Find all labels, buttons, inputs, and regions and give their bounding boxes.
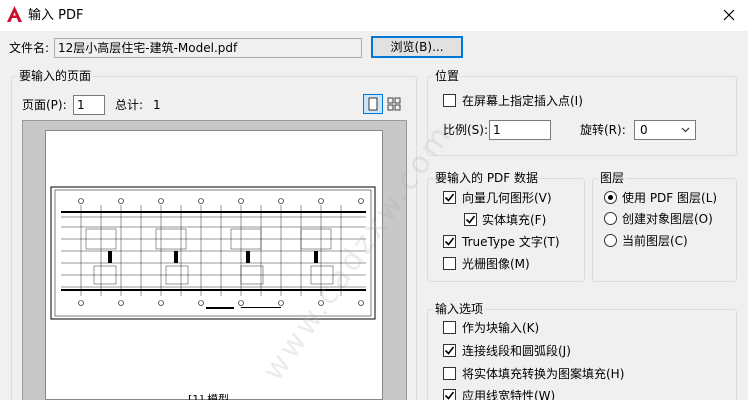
page-number-input[interactable]: 1 [73,95,105,115]
title-bar [0,0,748,31]
autocad-app-icon [7,6,22,22]
checkmark-icon [444,193,455,202]
file-name-label: 文件名: [9,41,50,55]
browse-button[interactable]: 浏览(B)... [371,36,463,58]
window-title: 输入 PDF [28,8,84,23]
checkmark-icon [444,237,455,246]
specify-on-screen-label: 在屏幕上指定插入点(I) [462,94,583,108]
file-name-field: 12层小高层住宅-建筑-Model.pdf [54,38,362,58]
specify-on-screen-checkbox[interactable] [443,94,456,107]
close-icon [723,9,735,21]
position-group [427,76,737,156]
grid-view-button[interactable] [384,94,404,114]
page-label: 页面(P): [22,98,67,112]
thumbnail-caption: [1] 模型 [188,393,230,400]
chevron-down-icon [681,127,690,133]
layers-group-title: 图层 [598,170,627,186]
single-page-icon [368,97,378,111]
scale-label: 比例(S): [443,123,489,137]
total-value: 1 [153,98,161,112]
create-object-layers-label: 创建对象图层(O) [622,212,713,226]
current-layer-radio[interactable] [604,234,617,247]
join-segments-label: 连接线段和圆弧段(J) [462,344,571,358]
checkmark-icon [444,346,455,355]
grid-view-icon [387,97,401,111]
apply-lineweight-checkbox[interactable] [443,389,456,400]
convert-fills-to-hatches-label: 将实体填充转换为图案填充(H) [462,367,625,381]
single-page-view-button[interactable] [363,94,383,114]
rotation-label: 旋转(R): [580,123,626,137]
total-label: 总计: [115,98,144,112]
apply-lineweight-label: 应用线宽特性(W) [462,389,556,400]
current-layer-label: 当前图层(C) [622,234,688,248]
scale-input[interactable]: 1 [489,120,551,140]
truetype-text-label: TrueType 文字(T) [462,235,560,249]
pdf-data-group-title: 要输入的 PDF 数据 [433,170,541,186]
use-pdf-layers-label: 使用 PDF 图层(L) [622,191,718,205]
truetype-text-checkbox[interactable] [443,235,456,248]
raster-images-checkbox[interactable] [443,257,456,270]
create-object-layers-radio[interactable] [604,212,617,225]
vector-geometry-checkbox[interactable] [443,191,456,204]
checkmark-icon [444,391,455,400]
join-segments-checkbox[interactable] [443,344,456,357]
position-group-title: 位置 [433,68,462,84]
import-as-block-label: 作为块输入(K) [462,321,540,335]
solid-fill-label: 实体填充(F) [482,213,547,227]
raster-images-label: 光栅图像(M) [462,257,530,271]
checkmark-icon [465,215,476,224]
convert-fills-to-hatches-checkbox[interactable] [443,367,456,380]
vector-geometry-label: 向量几何图形(V) [462,191,552,205]
import-as-block-checkbox[interactable] [443,321,456,334]
pages-group-title: 要输入的页面 [17,68,94,84]
use-pdf-layers-radio[interactable] [604,191,617,204]
rotation-select[interactable]: 0 [634,120,696,140]
import-options-group-title: 输入选项 [433,301,486,317]
rotation-value: 0 [640,123,648,137]
close-button[interactable] [718,4,740,26]
solid-fill-checkbox[interactable] [464,213,477,226]
